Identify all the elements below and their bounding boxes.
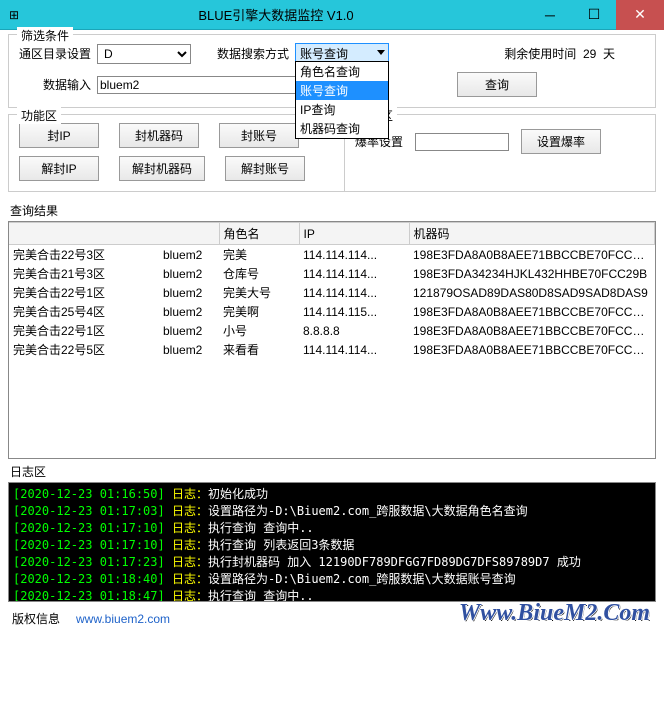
table-row[interactable]: 完美合击22号3区bluem2完美114.114.114...198E3FDA8…: [9, 245, 655, 265]
results-table[interactable]: 角色名 IP 机器码 完美合击22号3区bluem2完美114.114.114.…: [8, 221, 656, 459]
table-row[interactable]: 完美合击22号1区bluem2完美大号114.114.114...121879O…: [9, 283, 655, 302]
remaining-label: 剩余使用时间 29 天: [504, 45, 615, 62]
log-legend: 日志区: [10, 463, 656, 480]
results-legend: 查询结果: [10, 202, 656, 219]
input-label: 数据输入: [19, 76, 91, 93]
col-role[interactable]: 角色名: [219, 223, 299, 245]
log-area[interactable]: [2020-12-23 01:16:50] 日志：初始化成功[2020-12-2…: [8, 482, 656, 602]
rate-group: 爆率区 爆率设置 设置爆率: [344, 114, 656, 192]
rate-button[interactable]: 设置爆率: [521, 129, 601, 154]
log-line: [2020-12-23 01:18:40] 日志：设置路径为-D:\Biuem2…: [13, 570, 651, 587]
unban-acc-button[interactable]: 解封账号: [225, 156, 305, 181]
footer-link[interactable]: www.biuem2.com: [76, 612, 170, 626]
log-line: [2020-12-23 01:17:03] 日志：设置路径为-D:\Biuem2…: [13, 502, 651, 519]
log-line: [2020-12-23 01:17:10] 日志：执行查询 查询中..: [13, 519, 651, 536]
app-icon: ⊞: [4, 8, 24, 22]
footer: 版权信息 www.biuem2.com Www.BiueM2.Com: [8, 602, 656, 629]
watermark: Www.BiueM2.Com: [459, 600, 650, 627]
func-legend: 功能区: [17, 107, 61, 124]
query-button[interactable]: 查询: [457, 72, 537, 97]
dir-label: 通区目录设置: [19, 45, 91, 62]
log-line: [2020-12-23 01:17:10] 日志：执行查询 列表返回3条数据: [13, 536, 651, 553]
ban-acc-button[interactable]: 封账号: [219, 123, 299, 148]
copyright-label: 版权信息: [12, 610, 60, 627]
close-button[interactable]: ✕: [616, 0, 664, 30]
dropdown-opt[interactable]: 账号查询: [296, 81, 388, 100]
dropdown-opt[interactable]: 机器码查询: [296, 119, 388, 138]
filter-group: 筛选条件 通区目录设置 D 数据搜索方式 账号查询 角色名查询 账号查询 IP查…: [8, 34, 656, 108]
col-ip[interactable]: IP: [299, 223, 409, 245]
searchtype-label: 数据搜索方式: [203, 45, 289, 62]
table-row[interactable]: 完美合击25号4区bluem2完美啊114.114.115...198E3FDA…: [9, 302, 655, 321]
unban-mc-button[interactable]: 解封机器码: [119, 156, 205, 181]
filter-legend: 筛选条件: [17, 27, 73, 44]
searchtype-dropdown: 角色名查询 账号查询 IP查询 机器码查询: [295, 61, 389, 139]
ban-ip-button[interactable]: 封IP: [19, 123, 99, 148]
dir-select[interactable]: D: [97, 44, 191, 64]
titlebar: ⊞ BLUE引擎大数据监控 V1.0 ─ ☐ ✕: [0, 0, 664, 30]
dropdown-opt[interactable]: IP查询: [296, 100, 388, 119]
table-row[interactable]: 完美合击22号5区bluem2来看看114.114.114...198E3FDA…: [9, 340, 655, 359]
col-blank[interactable]: [9, 223, 219, 245]
table-row[interactable]: 完美合击22号1区bluem2小号8.8.8.8198E3FDA8A0B8AEE…: [9, 321, 655, 340]
minimize-button[interactable]: ─: [528, 0, 572, 30]
window-title: BLUE引擎大数据监控 V1.0: [24, 5, 528, 24]
log-line: [2020-12-23 01:17:23] 日志：执行封机器码 加入 12190…: [13, 553, 651, 570]
rate-input[interactable]: [415, 133, 509, 151]
maximize-button[interactable]: ☐: [572, 0, 616, 30]
table-row[interactable]: 完美合击21号3区bluem2仓库号114.114.114...198E3FDA…: [9, 264, 655, 283]
unban-ip-button[interactable]: 解封IP: [19, 156, 99, 181]
log-line: [2020-12-23 01:16:50] 日志：初始化成功: [13, 485, 651, 502]
ban-mc-button[interactable]: 封机器码: [119, 123, 199, 148]
dropdown-opt[interactable]: 角色名查询: [296, 62, 388, 81]
col-mc[interactable]: 机器码: [409, 223, 655, 245]
